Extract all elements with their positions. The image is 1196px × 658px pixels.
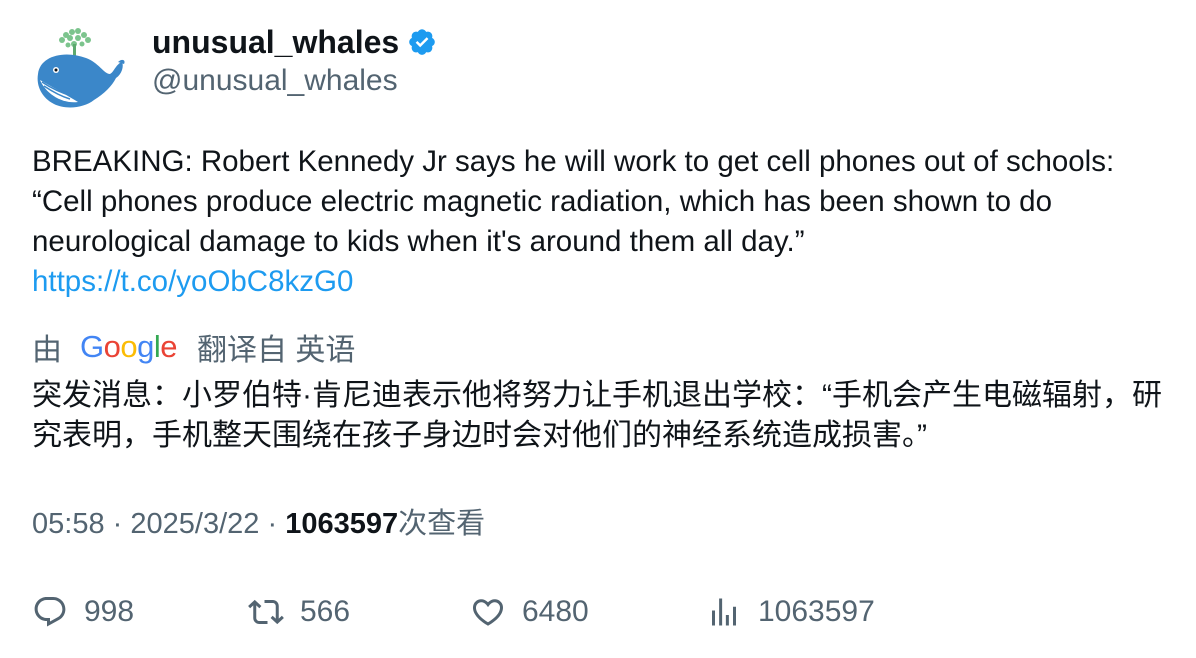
translation-suffix: 翻译自 英语: [197, 334, 356, 367]
meta-separator: ·: [112, 508, 123, 540]
retweet-icon: [248, 599, 284, 625]
translation-prefix: 由: [32, 334, 62, 367]
whale-icon: [37, 28, 125, 108]
reply-icon: [34, 597, 66, 627]
meta-separator: ·: [267, 508, 278, 540]
heart-icon: [472, 599, 504, 626]
translation-attribution: 由 Google 翻译自 英语: [32, 326, 355, 368]
author-display-name[interactable]: unusual_whales: [152, 22, 437, 62]
retweet-count: 566: [300, 595, 351, 628]
action-bar: 998 566 6480 1063597: [32, 590, 1162, 634]
avatar[interactable]: [32, 26, 128, 116]
tweet-link[interactable]: https://t.co/yoObC8kzG0: [32, 265, 353, 298]
tweet-time[interactable]: 05:58: [32, 508, 105, 540]
tweet-meta: 05:58 · 2025/3/22 · 1063597次查看: [32, 504, 485, 544]
author-handle[interactable]: @unusual_whales: [152, 62, 398, 100]
verified-badge-icon: [409, 29, 435, 55]
reply-count: 998: [84, 595, 135, 628]
tweet-text: BREAKING: Robert Kennedy Jr says he will…: [32, 142, 1162, 302]
display-name-text: unusual_whales: [152, 24, 400, 60]
views-label: 次查看: [398, 508, 486, 540]
like-count: 6480: [522, 595, 589, 628]
views-action-count: 1063597: [758, 595, 875, 628]
analytics-icon: [712, 598, 736, 626]
views-count: 1063597: [285, 508, 399, 540]
translated-text: 突发消息：小罗伯特·肯尼迪表示他将努力让手机退出学校：“手机会产生电磁辐射，研究…: [32, 379, 1162, 452]
reply-button[interactable]: 998: [32, 590, 134, 634]
like-button[interactable]: 6480: [470, 590, 589, 634]
tweet-date[interactable]: 2025/3/22: [130, 508, 259, 540]
google-logo: Google: [80, 329, 178, 364]
views-button[interactable]: 1063597: [706, 590, 875, 634]
tweet-body: BREAKING: Robert Kennedy Jr says he will…: [32, 145, 1115, 258]
retweet-button[interactable]: 566: [248, 590, 350, 634]
